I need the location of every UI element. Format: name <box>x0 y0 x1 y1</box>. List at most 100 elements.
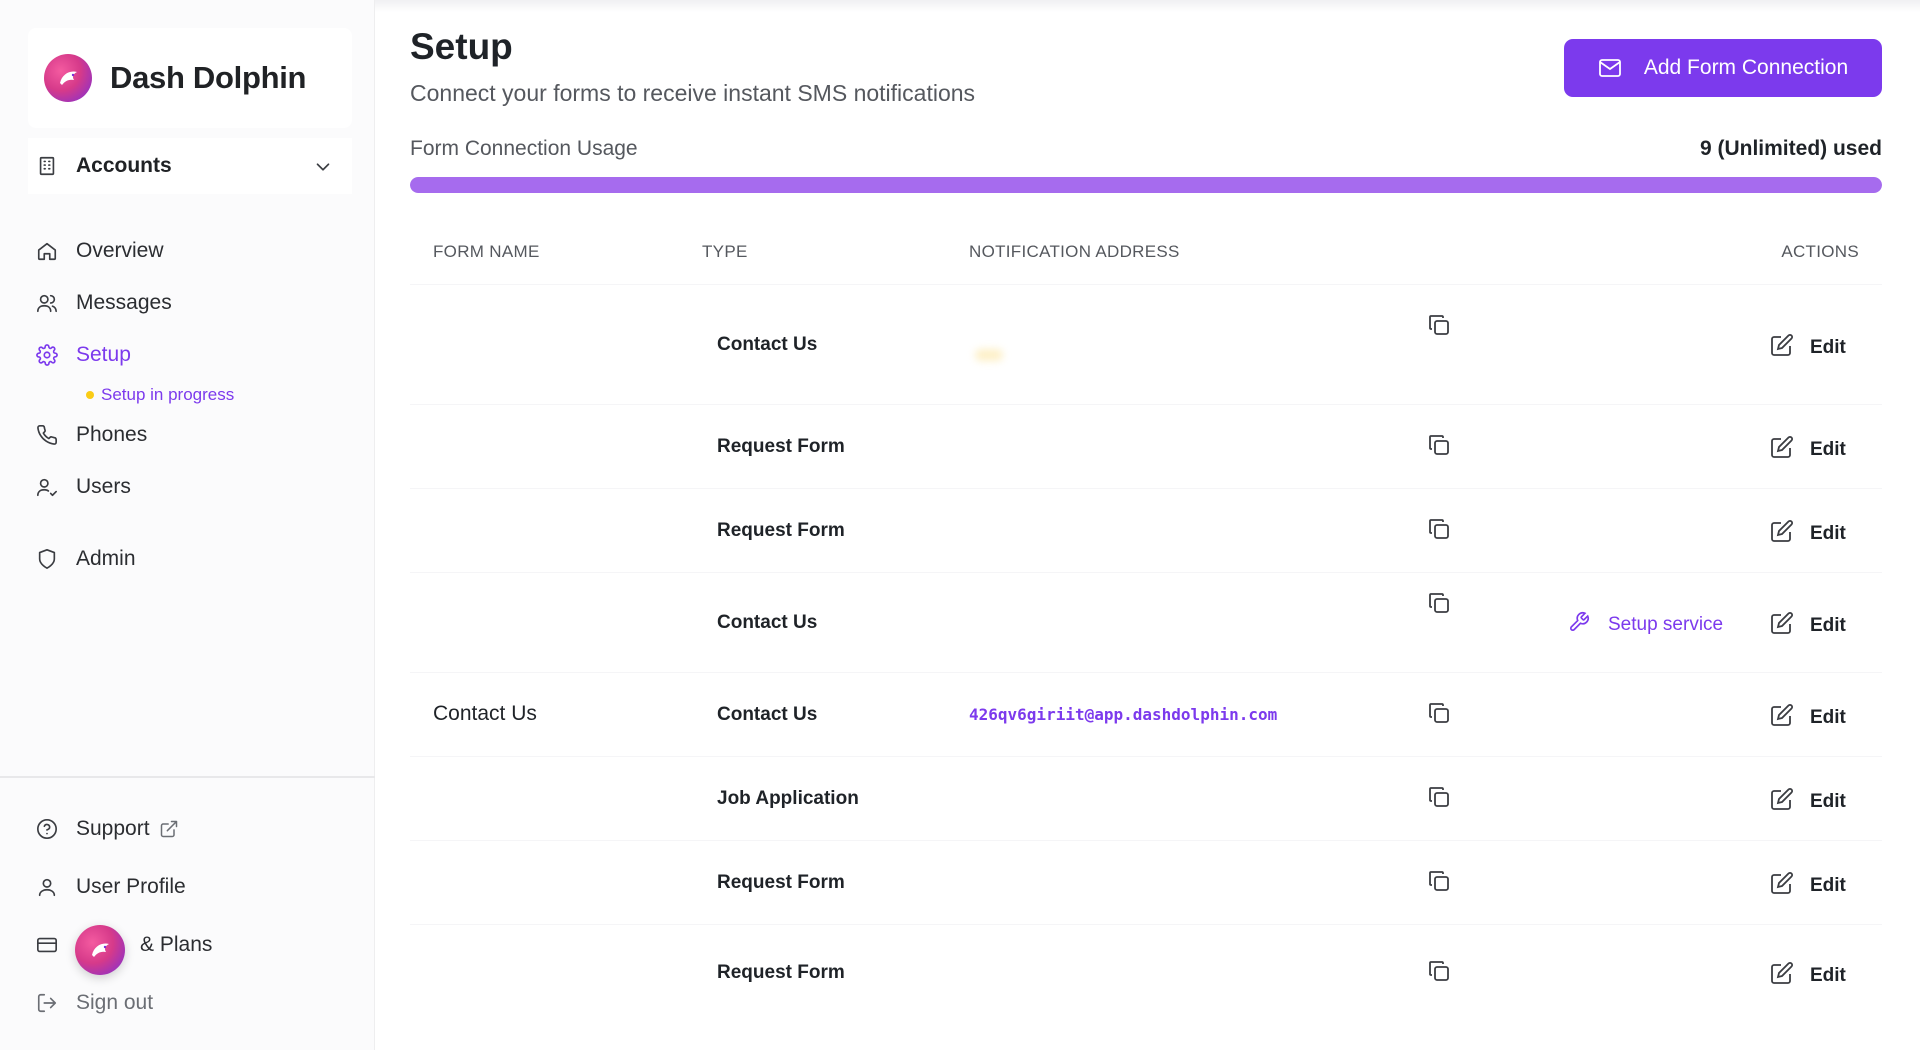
sidebar: Dash Dolphin Accounts Overview Messages … <box>0 0 375 1050</box>
notification-address[interactable]: 426qv6giriit@app.dashdolphin.com <box>969 705 1277 724</box>
sidebar-item-messages[interactable]: Messages <box>28 277 352 329</box>
copy-icon[interactable] <box>1427 591 1451 615</box>
sidebar-item-label: Messages <box>76 291 172 314</box>
edit-icon <box>1770 435 1810 465</box>
edit-button[interactable]: Edit <box>1770 611 1846 641</box>
sidebar-item-label: Phones <box>76 423 148 446</box>
form-type: Contact Us <box>717 612 818 633</box>
dolphin-avatar-icon[interactable] <box>75 925 125 975</box>
table-row: Contact Us Contact Us 426qv6giriit@app.das… <box>410 672 1882 756</box>
dolphin-logo-icon <box>44 54 92 102</box>
edit-button[interactable]: Edit <box>1770 961 1846 991</box>
edit-button[interactable]: Edit <box>1770 703 1846 733</box>
edit-icon <box>1770 611 1810 641</box>
brand[interactable]: Dash Dolphin <box>28 28 352 128</box>
edit-button[interactable]: Edit <box>1770 435 1846 465</box>
sidebar-item-overview[interactable]: Overview <box>28 225 352 277</box>
building-icon <box>36 155 58 177</box>
sidebar-item-label: Admin <box>76 547 136 570</box>
home-icon <box>36 240 58 262</box>
edit-label: Edit <box>1810 791 1846 812</box>
edit-label: Edit <box>1810 615 1846 636</box>
sidebar-item-support[interactable]: Support <box>28 800 352 858</box>
table-row: Job Application Edit <box>410 756 1882 840</box>
form-type: Request Form <box>717 436 845 457</box>
bottom-nav: Support User Profile & Plans Sign out <box>28 800 352 1032</box>
usage-label: Form Connection Usage <box>410 137 638 160</box>
table-row: Request Form Edit <box>410 924 1882 1020</box>
copy-icon[interactable] <box>1427 701 1451 725</box>
phone-icon <box>36 424 58 446</box>
setup-service-label: Setup service <box>1608 614 1724 635</box>
sidebar-item-admin[interactable]: Admin <box>28 533 352 585</box>
edit-button[interactable]: Edit <box>1770 519 1846 549</box>
edit-icon <box>1770 519 1810 549</box>
edit-label: Edit <box>1810 523 1846 544</box>
usage-count: 9 (Unlimited) used <box>1699 137 1882 160</box>
sidebar-item-label: Users <box>76 475 131 498</box>
form-type: Job Application <box>717 788 859 809</box>
form-type: Contact Us <box>717 704 818 725</box>
sidebar-item-users[interactable]: Users <box>28 461 352 513</box>
sign-out-icon <box>36 992 58 1014</box>
page-title: Setup <box>410 26 513 67</box>
add-form-connection-button[interactable]: Add Form Connection <box>1564 39 1882 97</box>
sidebar-item-label: & Plans <box>140 933 213 956</box>
help-circle-icon <box>36 818 58 840</box>
sidebar-item-label: Sign out <box>76 991 154 1014</box>
setup-status: Setup in progress <box>28 381 352 409</box>
sidebar-item-setup[interactable]: Setup <box>28 329 352 381</box>
edit-icon <box>1770 787 1810 817</box>
table-row: Contact Us Edit <box>410 284 1882 404</box>
sidebar-item-label: Support <box>76 817 150 840</box>
form-type: Request Form <box>717 872 845 893</box>
brand-name: Dash Dolphin <box>110 60 307 95</box>
edit-button[interactable]: Edit <box>1770 333 1846 363</box>
gear-icon <box>36 344 58 366</box>
copy-icon[interactable] <box>1427 433 1451 457</box>
table-row: Request Form Edit <box>410 488 1882 572</box>
status-badge <box>975 349 1003 361</box>
sidebar-item-label: Overview <box>76 239 164 262</box>
form-type: Request Form <box>717 520 845 541</box>
sidebar-item-phones[interactable]: Phones <box>28 409 352 461</box>
edit-button[interactable]: Edit <box>1770 787 1846 817</box>
wrench-icon <box>1568 611 1608 639</box>
sidebar-item-sign-out[interactable]: Sign out <box>28 974 352 1032</box>
column-header-actions: ACTIONS <box>1781 242 1859 261</box>
edit-icon <box>1770 871 1810 901</box>
user-icon <box>36 876 58 898</box>
sidebar-divider <box>0 776 375 778</box>
form-type: Contact Us <box>717 334 818 355</box>
shield-icon <box>36 548 58 570</box>
mail-icon <box>1598 59 1621 77</box>
copy-icon[interactable] <box>1427 959 1451 983</box>
edit-label: Edit <box>1810 337 1846 358</box>
edit-button[interactable]: Edit <box>1770 871 1846 901</box>
form-type: Request Form <box>717 962 845 983</box>
sidebar-item-label: User Profile <box>76 875 186 898</box>
form-connections-table: FORM NAME TYPE NOTIFICATION ADDRESS ACTI… <box>410 220 1882 1020</box>
column-header-type: TYPE <box>702 242 748 261</box>
add-form-connection-label: Add Form Connection <box>1643 56 1849 79</box>
status-dot <box>86 391 94 399</box>
table-row: Contact Us Setup service Edit <box>410 572 1882 672</box>
page-subtitle: Connect your forms to receive instant SM… <box>410 80 976 106</box>
accounts-dropdown[interactable]: Accounts <box>28 138 352 194</box>
copy-icon[interactable] <box>1427 517 1451 541</box>
edit-icon <box>1770 703 1810 733</box>
table-row: Request Form Edit <box>410 404 1882 488</box>
table-row: Request Form Edit <box>410 840 1882 924</box>
edit-label: Edit <box>1810 875 1846 896</box>
copy-icon[interactable] <box>1427 869 1451 893</box>
edit-icon <box>1770 333 1810 363</box>
edit-label: Edit <box>1810 965 1846 986</box>
copy-icon[interactable] <box>1427 313 1451 337</box>
sidebar-item-user-profile[interactable]: User Profile <box>28 858 352 916</box>
copy-icon[interactable] <box>1427 785 1451 809</box>
main-nav: Overview Messages Setup Setup in progres… <box>28 225 352 585</box>
setup-service-button[interactable]: Setup service <box>1568 611 1723 639</box>
edit-label: Edit <box>1810 707 1846 728</box>
usage-progress-fill <box>410 177 1882 193</box>
usage-progress-bar <box>410 177 1882 193</box>
